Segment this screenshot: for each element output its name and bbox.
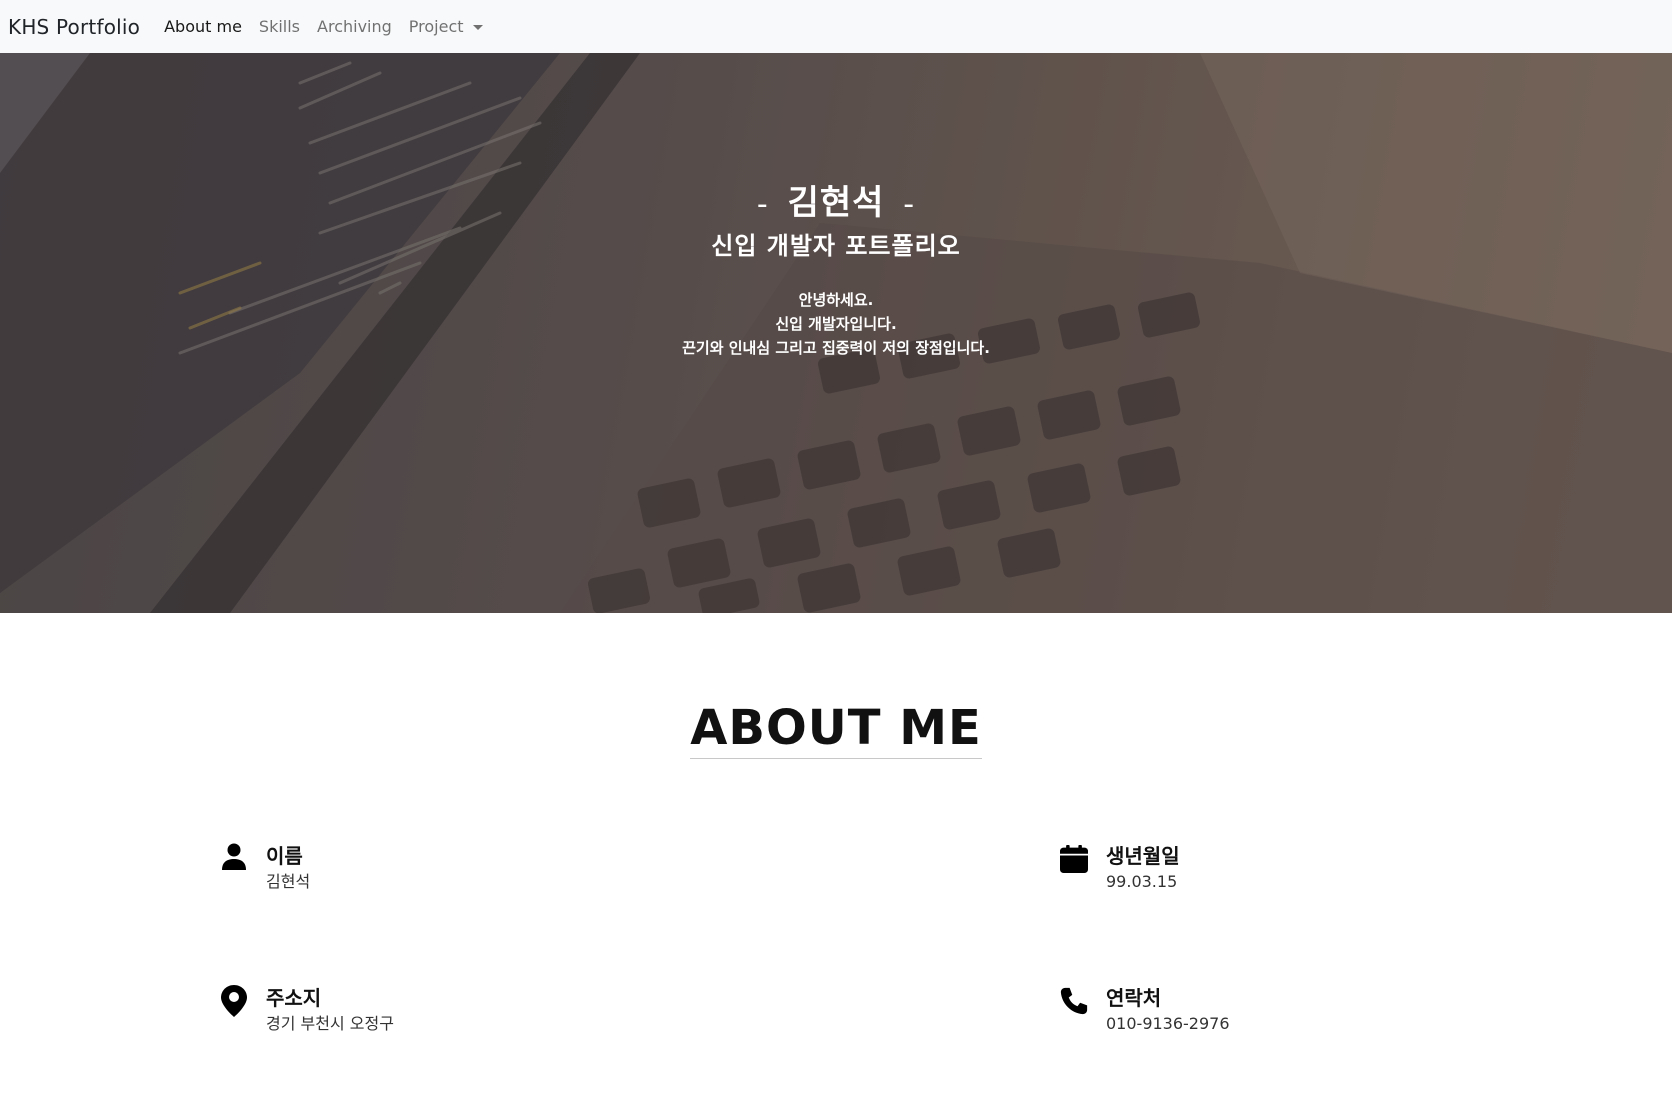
info-value: 경기 부천시 오정구: [266, 1014, 394, 1033]
info-item-name: 이름 김현석: [220, 843, 310, 895]
nav-link-project-label: Project: [408, 17, 464, 36]
info-label: 주소지: [266, 986, 322, 1010]
caret-down-icon: [472, 24, 483, 30]
info-label: 이름: [266, 844, 303, 868]
nav-dropdown-project[interactable]: Project: [409, 17, 483, 36]
nav-link-about-me[interactable]: About me: [164, 17, 242, 36]
info-value: 010-9136-2976: [1106, 1014, 1230, 1033]
map-pin-icon: [220, 985, 248, 1017]
info-label: 연락처: [1106, 986, 1162, 1010]
phone-icon: [1060, 985, 1088, 1017]
title-dash-right: -: [903, 187, 916, 222]
info-value: 김현석: [266, 872, 311, 891]
hero-name: 김현석: [787, 183, 885, 223]
intro-line: 안녕하세요.: [798, 291, 874, 309]
info-value: 99.03.15: [1106, 872, 1178, 891]
hero-section: - 김현석 - 신입 개발자 포트폴리오 안녕하세요. 신입 개발자입니다. 끈…: [0, 53, 1672, 613]
info-item-contact: 연락처 010-9136-2976: [1060, 985, 1230, 1037]
calendar-icon: [1060, 843, 1088, 875]
hero-title: - 김현석 -: [0, 175, 1672, 224]
person-icon: [220, 843, 248, 875]
nav-link-skills[interactable]: Skills: [259, 17, 300, 36]
nav-link-archiving[interactable]: Archiving: [317, 17, 392, 36]
intro-line: 신입 개발자입니다.: [775, 315, 897, 333]
info-item-birthdate: 생년월일 99.03.15: [1060, 843, 1180, 895]
about-title-text: ABOUT ME: [690, 700, 982, 759]
navbar: KHS Portfolio About me Skills Archiving …: [0, 0, 1672, 53]
hero-intro: 안녕하세요. 신입 개발자입니다. 끈기와 인내심 그리고 집중력이 저의 장점…: [0, 288, 1672, 360]
hero-subtitle: 신입 개발자 포트폴리오: [711, 232, 961, 260]
intro-line: 끈기와 인내심 그리고 집중력이 저의 장점입니다.: [682, 339, 990, 357]
about-section-title: ABOUT ME: [0, 700, 1672, 759]
info-label: 생년월일: [1106, 844, 1180, 868]
navbar-brand[interactable]: KHS Portfolio: [8, 15, 140, 39]
title-dash-left: -: [756, 187, 769, 222]
info-item-address: 주소지 경기 부천시 오정구: [220, 985, 394, 1037]
